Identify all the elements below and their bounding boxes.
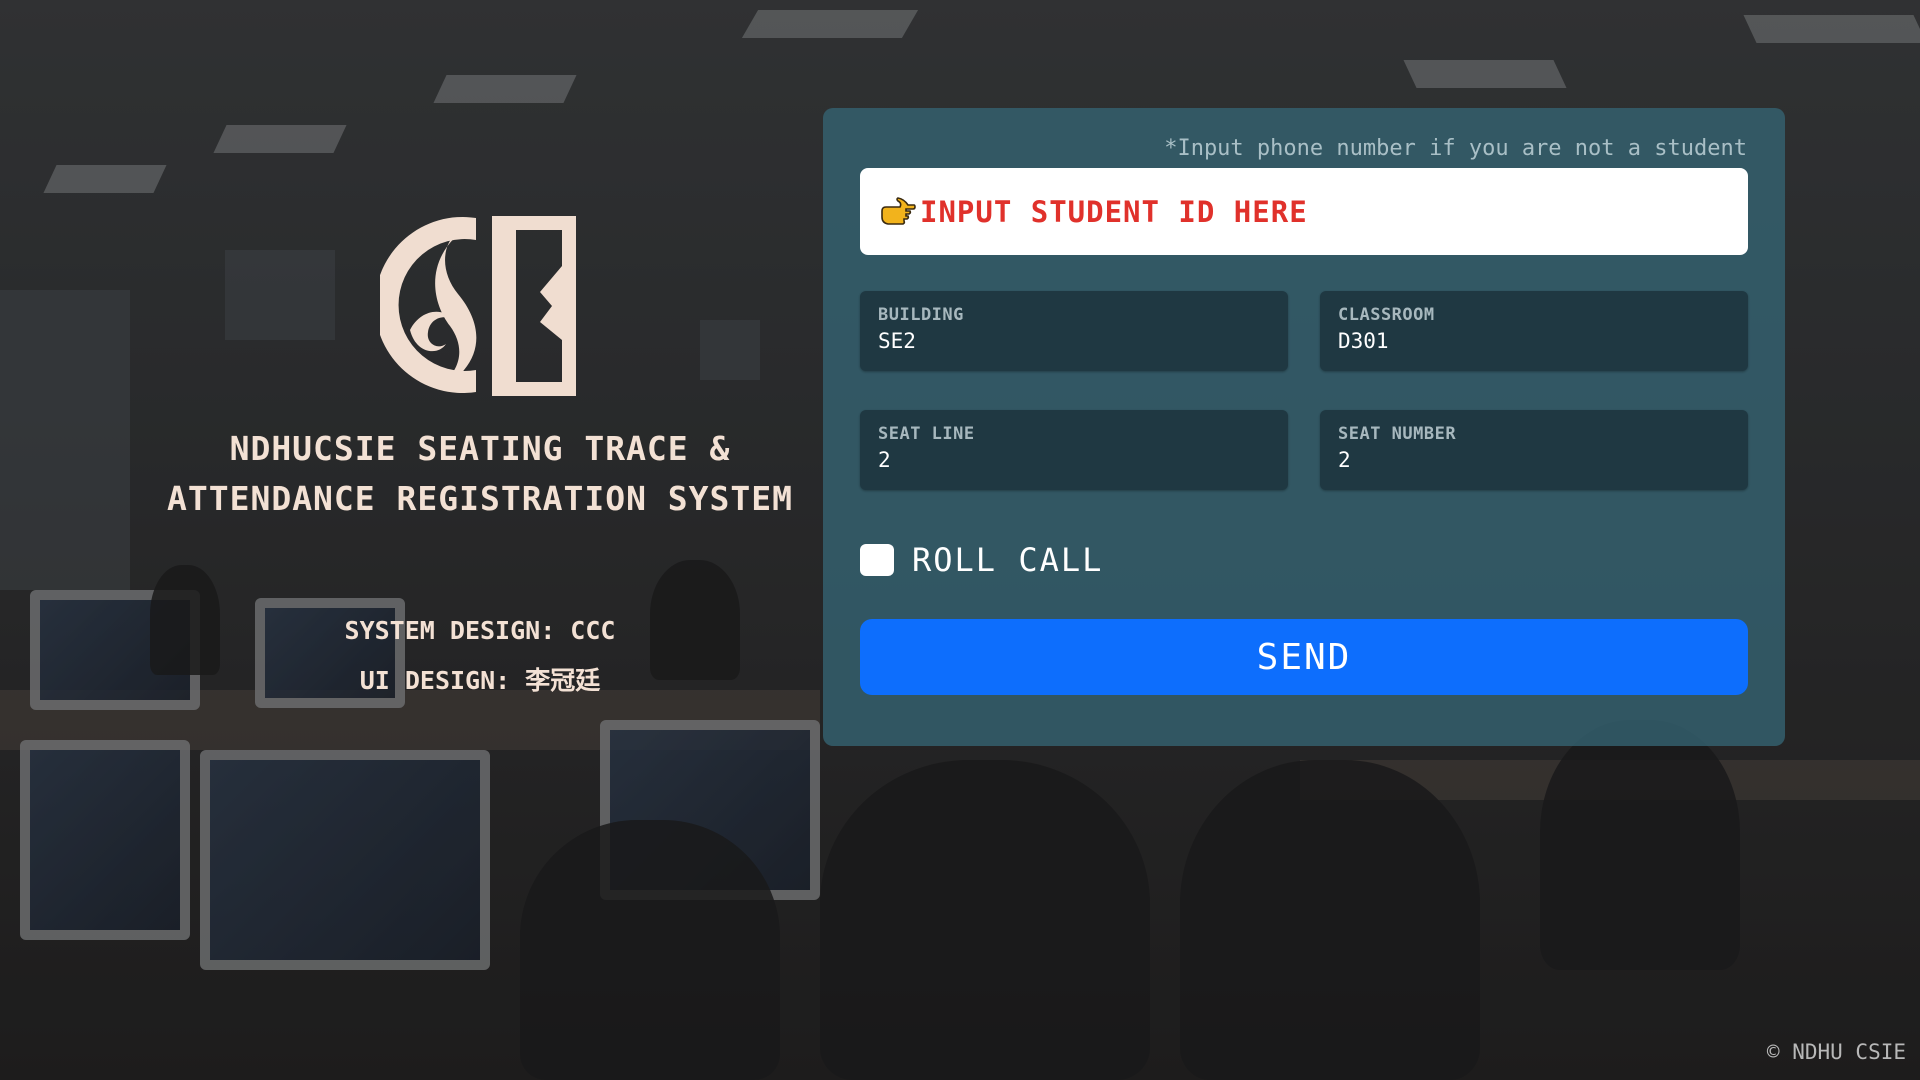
csie-logo-icon (380, 216, 576, 396)
system-title-line1: NDHUCSIE SEATING TRACE & (229, 429, 731, 468)
seat-number-field[interactable]: SEAT NUMBER 2 (1320, 410, 1748, 490)
student-id-placeholder: INPUT STUDENT ID HERE (920, 194, 1308, 229)
ui-design-credit: UI DESIGN: 李冠廷 (359, 666, 601, 695)
classroom-value: D301 (1338, 329, 1389, 353)
seat-line-value: 2 (878, 448, 891, 472)
classroom-field[interactable]: CLASSROOM D301 (1320, 291, 1748, 371)
system-design-credit: SYSTEM DESIGN: CCC (344, 616, 616, 645)
student-id-input[interactable]: INPUT STUDENT ID HERE (860, 168, 1748, 255)
brand-panel: NDHUCSIE SEATING TRACE & ATTENDANCE REGI… (120, 210, 840, 706)
roll-call-label[interactable]: ROLL CALL (912, 541, 1103, 579)
send-button[interactable]: SEND (860, 619, 1748, 695)
classroom-label: CLASSROOM (1338, 305, 1435, 325)
system-title-line2: ATTENDANCE REGISTRATION SYSTEM (166, 479, 794, 518)
seat-number-label: SEAT NUMBER (1338, 424, 1457, 444)
seat-number-value: 2 (1338, 448, 1351, 472)
phone-hint-text: *Input phone number if you are not a stu… (1164, 136, 1747, 161)
system-title: NDHUCSIE SEATING TRACE & ATTENDANCE REGI… (120, 424, 840, 524)
attendance-form-card: *Input phone number if you are not a stu… (823, 108, 1785, 746)
copyright-text: © NDHU CSIE (1766, 1040, 1906, 1064)
seat-line-field[interactable]: SEAT LINE 2 (860, 410, 1288, 490)
building-field[interactable]: BUILDING SE2 (860, 291, 1288, 371)
pointing-hand-icon (881, 196, 916, 225)
roll-call-checkbox[interactable] (860, 544, 894, 576)
building-value: SE2 (878, 329, 916, 353)
credits: SYSTEM DESIGN: CCC UI DESIGN: 李冠廷 (120, 606, 840, 706)
roll-call-option: ROLL CALL (860, 541, 1103, 579)
building-label: BUILDING (878, 305, 964, 325)
seat-line-label: SEAT LINE (878, 424, 975, 444)
